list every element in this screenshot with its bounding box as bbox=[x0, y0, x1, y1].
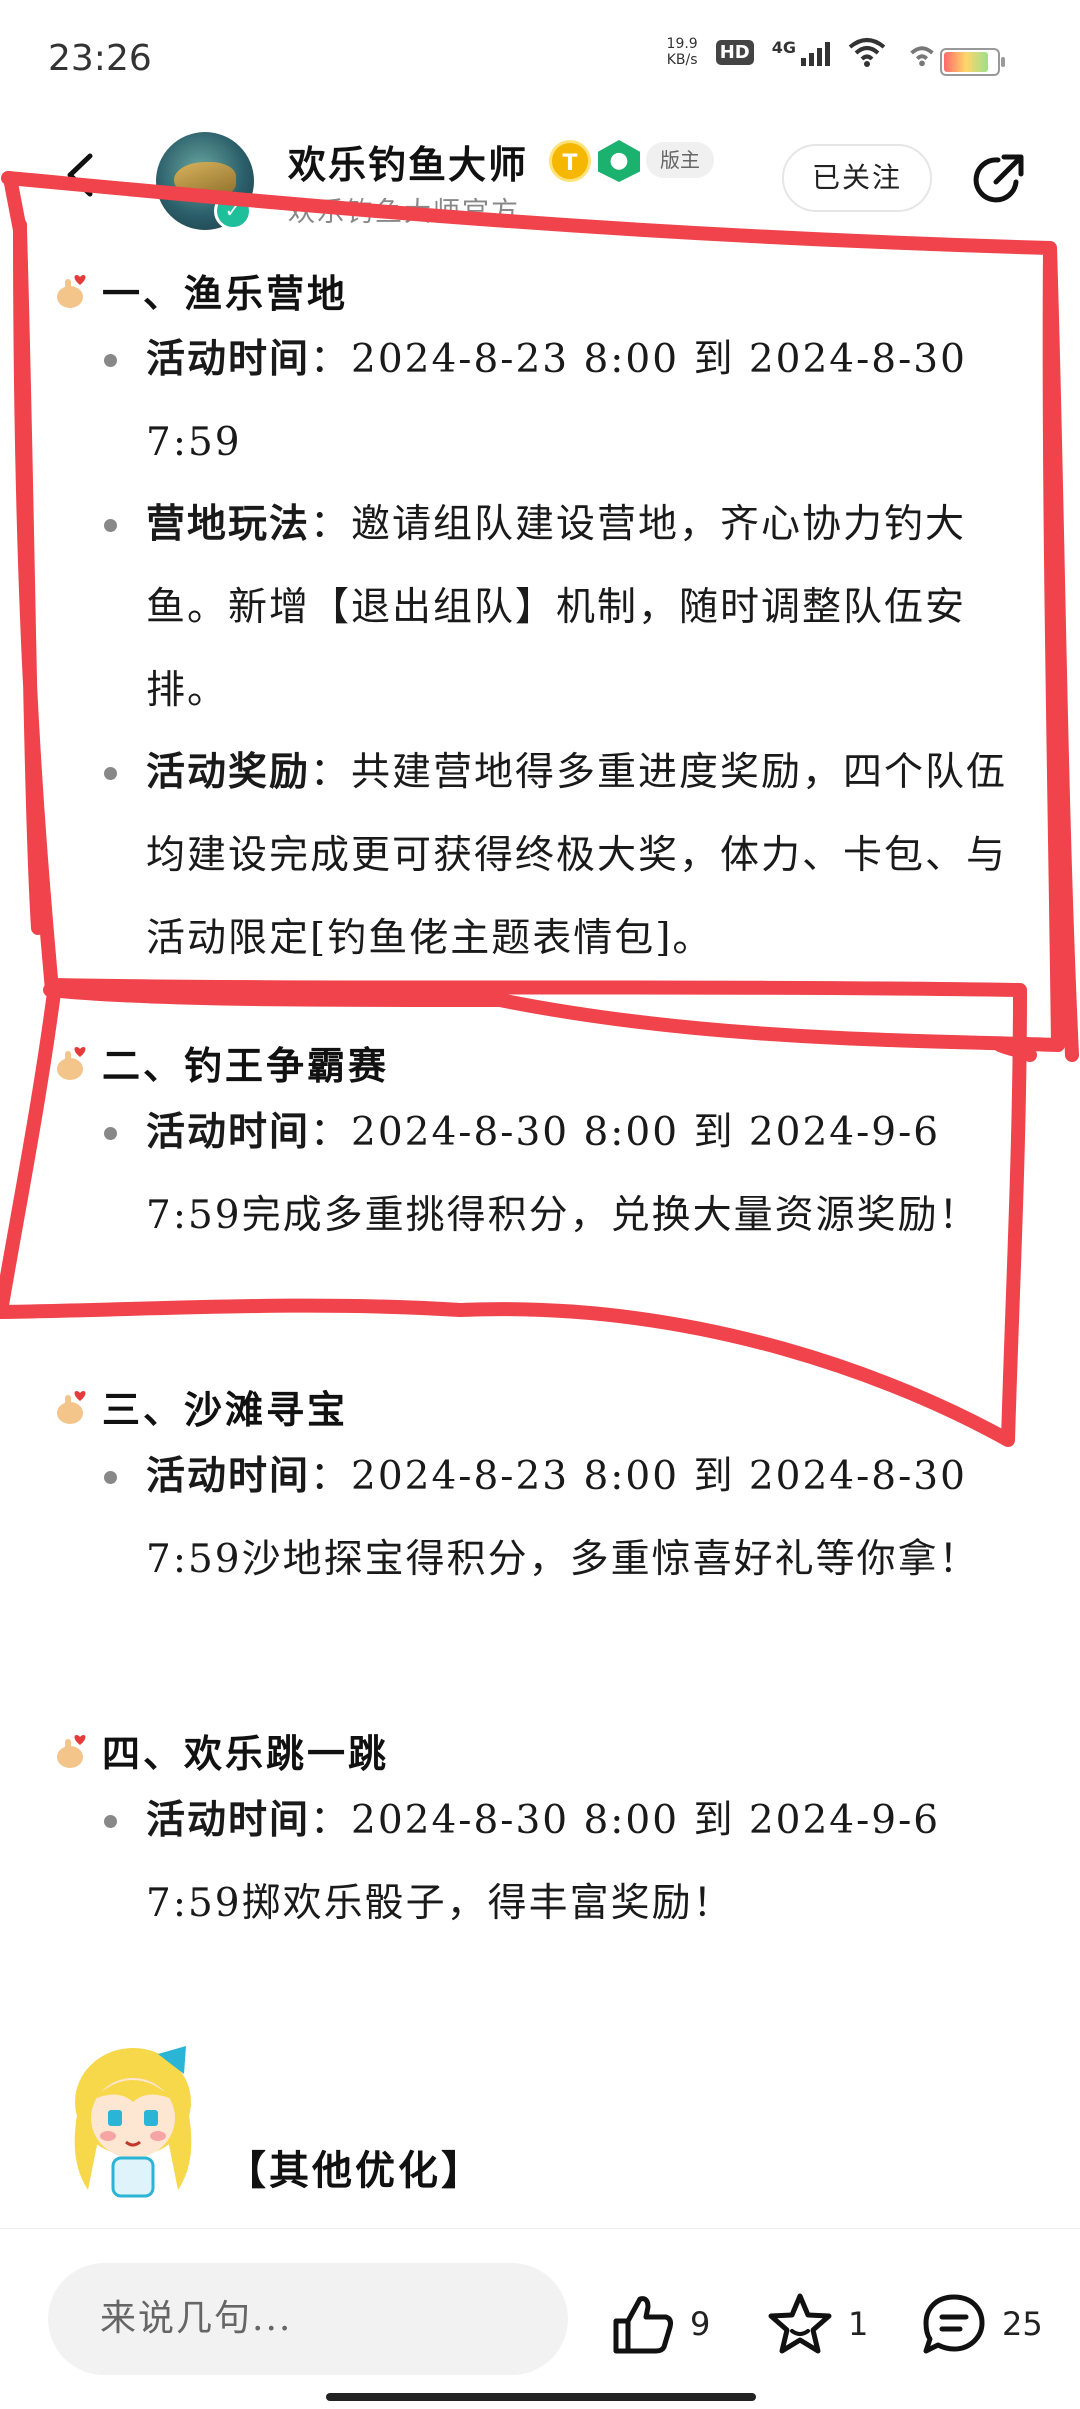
hand-heart-icon bbox=[57, 1390, 86, 1424]
bullet-dot bbox=[104, 1815, 117, 1828]
like-button[interactable]: 9 bbox=[610, 2289, 710, 2359]
favorite-button[interactable]: 1 bbox=[766, 2289, 868, 2359]
status-bar: 23:26 19.9 KB/s HD 4G bbox=[0, 0, 1080, 120]
list-item: 活动时间：2024-8-30 8:00 到 2024-9-6 7:59完成多重挑… bbox=[146, 1091, 1016, 1257]
item-label: 活动时间 bbox=[146, 1797, 311, 1843]
bullet-dot bbox=[104, 354, 117, 367]
bullet-dot bbox=[104, 1127, 117, 1140]
account-name[interactable]: 欢乐钓鱼大师 bbox=[288, 134, 528, 189]
network-speed-unit: KB/s bbox=[666, 52, 698, 68]
star-icon bbox=[768, 2293, 832, 2354]
role-tag: 版主 bbox=[646, 142, 714, 178]
item-label: 营地玩法 bbox=[146, 501, 311, 547]
item-separator: ： bbox=[310, 750, 352, 795]
comment-button[interactable]: 25 bbox=[920, 2289, 1043, 2359]
hand-heart-icon bbox=[57, 1046, 86, 1080]
bullet-dot bbox=[104, 1471, 117, 1484]
section-title-text: 四、欢乐跳一跳 bbox=[102, 1731, 390, 1776]
item-label: 活动时间 bbox=[146, 1453, 311, 1499]
status-icons: 19.9 KB/s HD 4G bbox=[667, 36, 940, 68]
comment-icon bbox=[923, 2294, 985, 2354]
bottom-action-bar: 来说几句... 9 1 25 bbox=[0, 2228, 1080, 2409]
wifi-icon bbox=[910, 46, 934, 67]
list-item: 活动时间：2024-8-30 8:00 到 2024-9-6 7:59掷欢乐骰子… bbox=[146, 1779, 1016, 1945]
share-icon[interactable] bbox=[968, 148, 1030, 210]
item-separator: ： bbox=[310, 502, 352, 547]
section-title-text: 一、渔乐营地 bbox=[102, 271, 349, 316]
network-speed: 19.9 KB/s bbox=[667, 36, 698, 68]
item-separator: ： bbox=[310, 1798, 352, 1843]
network-type-label: 4G bbox=[771, 38, 796, 57]
comment-count: 25 bbox=[1002, 2305, 1043, 2343]
like-count: 9 bbox=[690, 2305, 711, 2343]
list-item: 活动奖励：共建营地得多重进度奖励，四个队伍均建设完成更可获得终极大奖，体力、卡包… bbox=[146, 731, 1016, 980]
verified-icon: ✓ bbox=[214, 192, 252, 230]
mascot-image bbox=[74, 2046, 192, 2198]
bullet-dot bbox=[104, 767, 117, 780]
item-label: 活动奖励 bbox=[146, 749, 311, 795]
section-title: 三、沙滩寻宝 bbox=[52, 1379, 348, 1434]
list-item: 活动时间：2024-8-23 8:00 到 2024-8-30 7:59 bbox=[146, 318, 1016, 484]
hd-icon: HD bbox=[715, 39, 754, 65]
item-label: 活动时间 bbox=[146, 336, 311, 382]
back-arrow-icon[interactable] bbox=[56, 150, 106, 200]
item-label: 活动时间 bbox=[146, 1109, 311, 1155]
home-indicator[interactable] bbox=[326, 2393, 756, 2401]
post-header: ✓ 欢乐钓鱼大师 T ● 版主 欢乐钓鱼大师官方 已关注 bbox=[0, 120, 1080, 240]
group-badge-icon: ● bbox=[598, 140, 640, 182]
item-separator: ： bbox=[310, 1454, 352, 1499]
hand-heart-icon bbox=[57, 1734, 86, 1768]
comment-input[interactable]: 来说几句... bbox=[48, 2263, 568, 2375]
star-count: 1 bbox=[848, 2305, 869, 2343]
network-speed-value: 19.9 bbox=[666, 36, 698, 52]
other-optimizations-heading: 【其他优化】 bbox=[226, 2147, 484, 2194]
signal-icon: 4G bbox=[772, 38, 830, 66]
list-item: 营地玩法：邀请组队建设营地，齐心协力钓大鱼。新增【退出组队】机制，随时调整队伍安… bbox=[146, 483, 1016, 732]
section-title: 四、欢乐跳一跳 bbox=[52, 1723, 389, 1778]
bullet-dot bbox=[104, 519, 117, 532]
account-subtitle: 欢乐钓鱼大师官方 bbox=[288, 197, 520, 228]
list-item: 活动时间：2024-8-23 8:00 到 2024-8-30 7:59沙地探宝… bbox=[146, 1435, 1016, 1601]
hand-heart-icon bbox=[57, 274, 86, 308]
section-title-text: 三、沙滩寻宝 bbox=[102, 1387, 349, 1432]
section-title: 二、钓王争霸赛 bbox=[52, 1035, 389, 1090]
item-separator: ： bbox=[310, 337, 352, 382]
wifi-icon bbox=[848, 38, 886, 67]
level-badge-icon: T bbox=[549, 140, 591, 182]
battery-icon bbox=[940, 48, 1005, 76]
follow-button[interactable]: 已关注 bbox=[782, 144, 932, 212]
item-separator: ： bbox=[310, 1110, 352, 1155]
section-title: 一、渔乐营地 bbox=[52, 263, 348, 318]
status-time: 23:26 bbox=[48, 38, 152, 79]
section-title-text: 二、钓王争霸赛 bbox=[102, 1043, 390, 1088]
like-icon bbox=[613, 2296, 673, 2354]
